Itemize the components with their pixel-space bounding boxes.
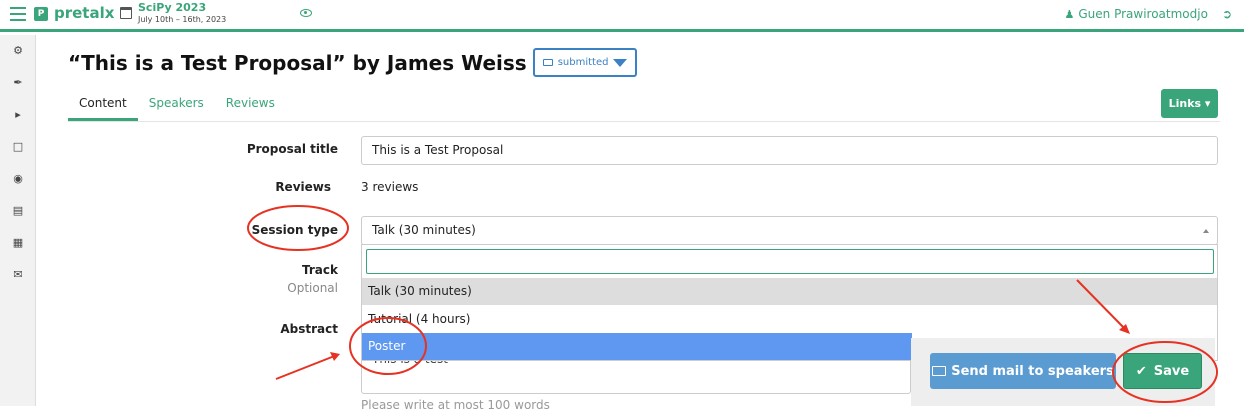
annotation-circle-save xyxy=(1112,341,1218,403)
annotation-circle-session-type xyxy=(247,205,349,251)
annotation-arrow-poster xyxy=(275,354,338,380)
annotation-circle-poster xyxy=(349,317,427,375)
annotation-arrow-save xyxy=(1076,279,1128,332)
annotation-overlay xyxy=(247,205,1218,403)
